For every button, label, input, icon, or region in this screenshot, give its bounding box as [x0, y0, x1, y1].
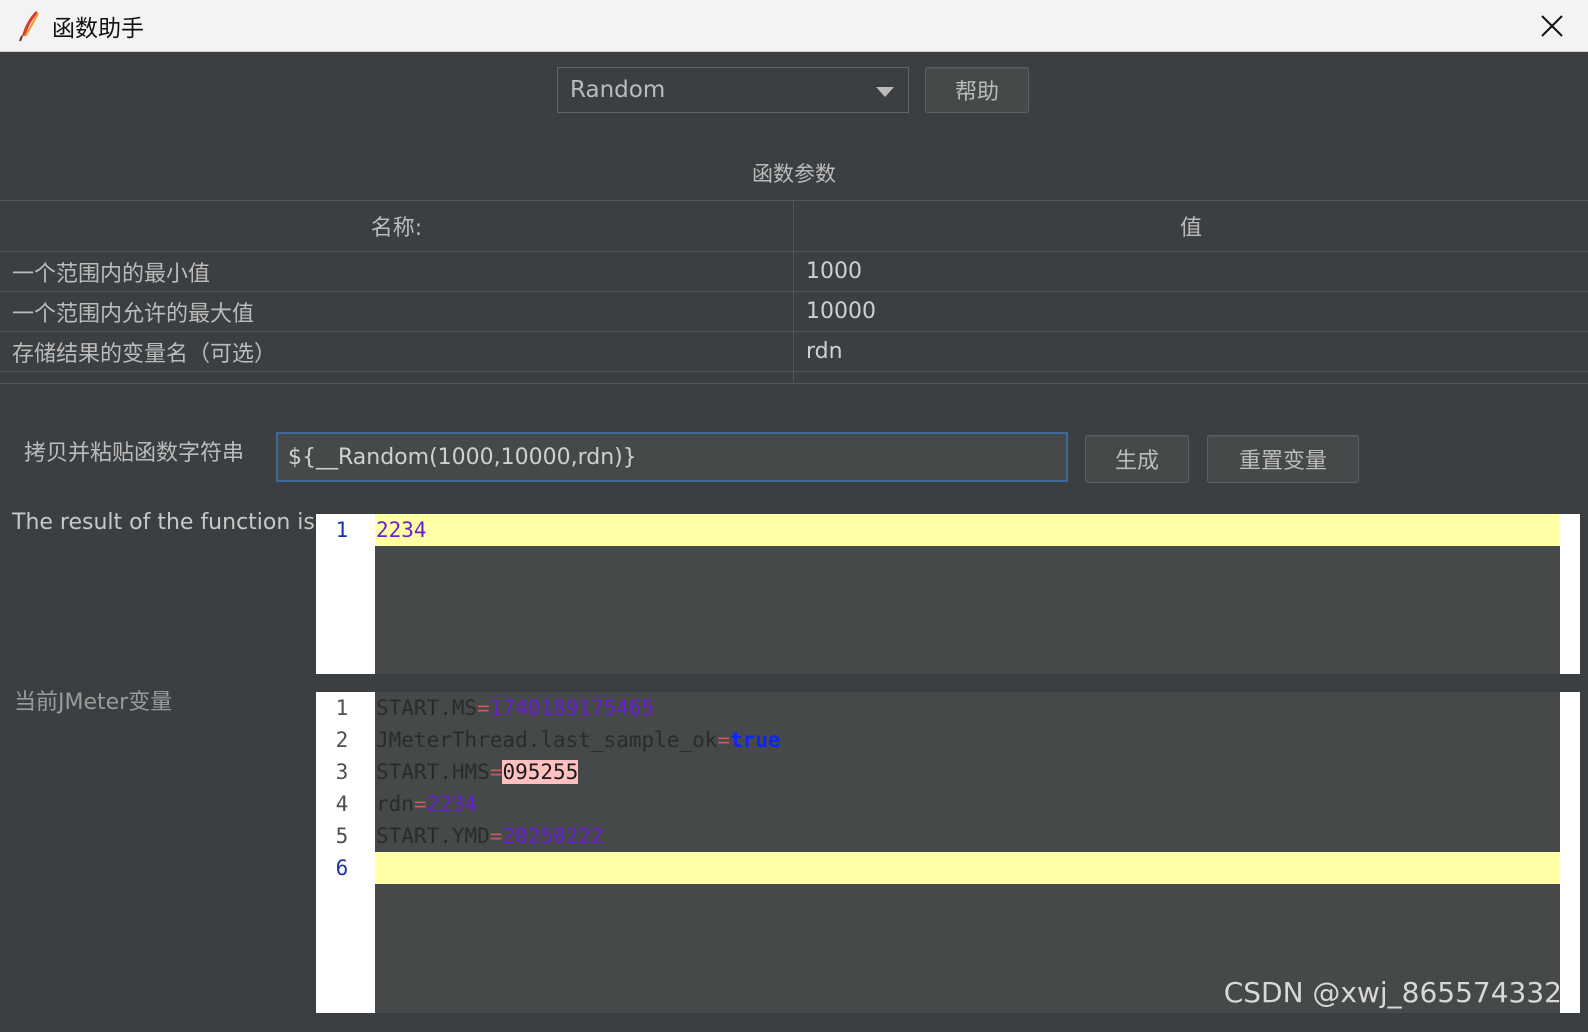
variable-entry: START.MS=1740189175465 — [376, 696, 654, 720]
param-value-cell[interactable]: 10000 — [794, 292, 1588, 331]
feather-icon — [16, 9, 44, 43]
variable-entry: rdn=2234 — [376, 792, 477, 816]
help-button[interactable]: 帮助 — [925, 67, 1029, 113]
variable-value: 1740189175465 — [489, 696, 655, 720]
editor-line: 1 2234 — [316, 514, 1580, 546]
result-editor[interactable]: 1 2234 — [316, 514, 1580, 674]
function-string-label: 拷贝并粘贴函数字符串 — [24, 441, 245, 466]
variable-equals: = — [489, 824, 503, 848]
variable-key: START.MS — [376, 696, 478, 720]
function-select-value: Random — [570, 77, 666, 103]
line-number: 5 — [335, 824, 349, 848]
editor-line: 2 JMeterThread.last_sample_ok=true — [316, 724, 1580, 756]
editor-line: 4 rdn=2234 — [316, 788, 1580, 820]
param-value-cell[interactable]: rdn — [794, 332, 1588, 371]
variable-equals: = — [717, 728, 731, 752]
table-row[interactable]: 一个范围内允许的最大值 10000 — [0, 292, 1588, 332]
empty-value-cell — [794, 372, 1588, 382]
generate-button[interactable]: 生成 — [1085, 435, 1189, 483]
title-bar: 函数助手 — [0, 0, 1588, 52]
line-number: 2 — [335, 728, 349, 752]
variable-equals: = — [477, 696, 490, 720]
variable-equals: = — [413, 792, 427, 816]
variable-key: JMeterThread.last_sample_ok — [376, 728, 718, 752]
variables-editor[interactable]: 1 START.MS=1740189175465 2 JMeterThread.… — [316, 692, 1580, 1013]
reset-variables-button[interactable]: 重置变量 — [1207, 435, 1359, 483]
line-number: 1 — [335, 518, 349, 542]
window-title: 函数助手 — [52, 15, 144, 42]
variable-entry: JMeterThread.last_sample_ok=true — [376, 728, 781, 752]
result-value: 2234 — [376, 518, 427, 542]
table-row[interactable]: 存储结果的变量名（可选） rdn — [0, 332, 1588, 372]
variable-key: START.YMD — [376, 824, 490, 848]
jmeter-variables-label: 当前JMeter变量 — [14, 690, 173, 715]
param-name-cell: 一个范围内允许的最大值 — [0, 292, 794, 331]
line-number: 6 — [335, 856, 349, 880]
variable-entry: START.HMS=095255 — [376, 760, 579, 784]
function-select[interactable]: Random — [557, 67, 909, 113]
editor-line: 3 START.HMS=095255 — [316, 756, 1580, 788]
line-number: 3 — [335, 760, 349, 784]
column-header-name[interactable]: 名称: — [0, 201, 794, 251]
close-icon[interactable] — [1532, 6, 1572, 46]
variable-equals: = — [489, 760, 503, 784]
result-label: The result of the function is — [12, 510, 315, 535]
variable-key: rdn — [376, 792, 414, 816]
table-row[interactable]: 一个范围内的最小值 1000 — [0, 252, 1588, 292]
line-number: 1 — [335, 696, 349, 720]
function-string-input[interactable]: ${__Random(1000,10000,rdn)} — [276, 432, 1068, 482]
params-section-label: 函数参数 — [752, 162, 836, 186]
editor-line: 5 START.YMD=20250222 — [316, 820, 1580, 852]
variable-value: 20250222 — [502, 824, 604, 848]
param-name-cell: 一个范围内的最小值 — [0, 252, 794, 291]
empty-name-cell — [0, 372, 794, 382]
editor-line-current: 6 — [316, 852, 1580, 884]
line-number: 4 — [335, 792, 349, 816]
variable-value: 095255 — [502, 760, 579, 784]
variable-entry: START.YMD=20250222 — [376, 824, 604, 848]
param-name-cell: 存储结果的变量名（可选） — [0, 332, 794, 371]
watermark: CSDN @xwj_865574332 — [1223, 976, 1562, 1009]
editor-line: 1 START.MS=1740189175465 — [316, 692, 1580, 724]
variable-value: true — [730, 728, 781, 752]
variable-key: START.HMS — [376, 760, 490, 784]
param-value-cell[interactable]: 1000 — [794, 252, 1588, 291]
chevron-down-icon — [876, 87, 894, 97]
params-table: 名称: 值 一个范围内的最小值 1000 一个范围内允许的最大值 10000 存… — [0, 200, 1588, 384]
params-table-header: 名称: 值 — [0, 201, 1588, 252]
column-header-value[interactable]: 值 — [794, 201, 1588, 251]
table-row-empty — [0, 372, 1588, 382]
variable-value: 2234 — [426, 792, 478, 816]
